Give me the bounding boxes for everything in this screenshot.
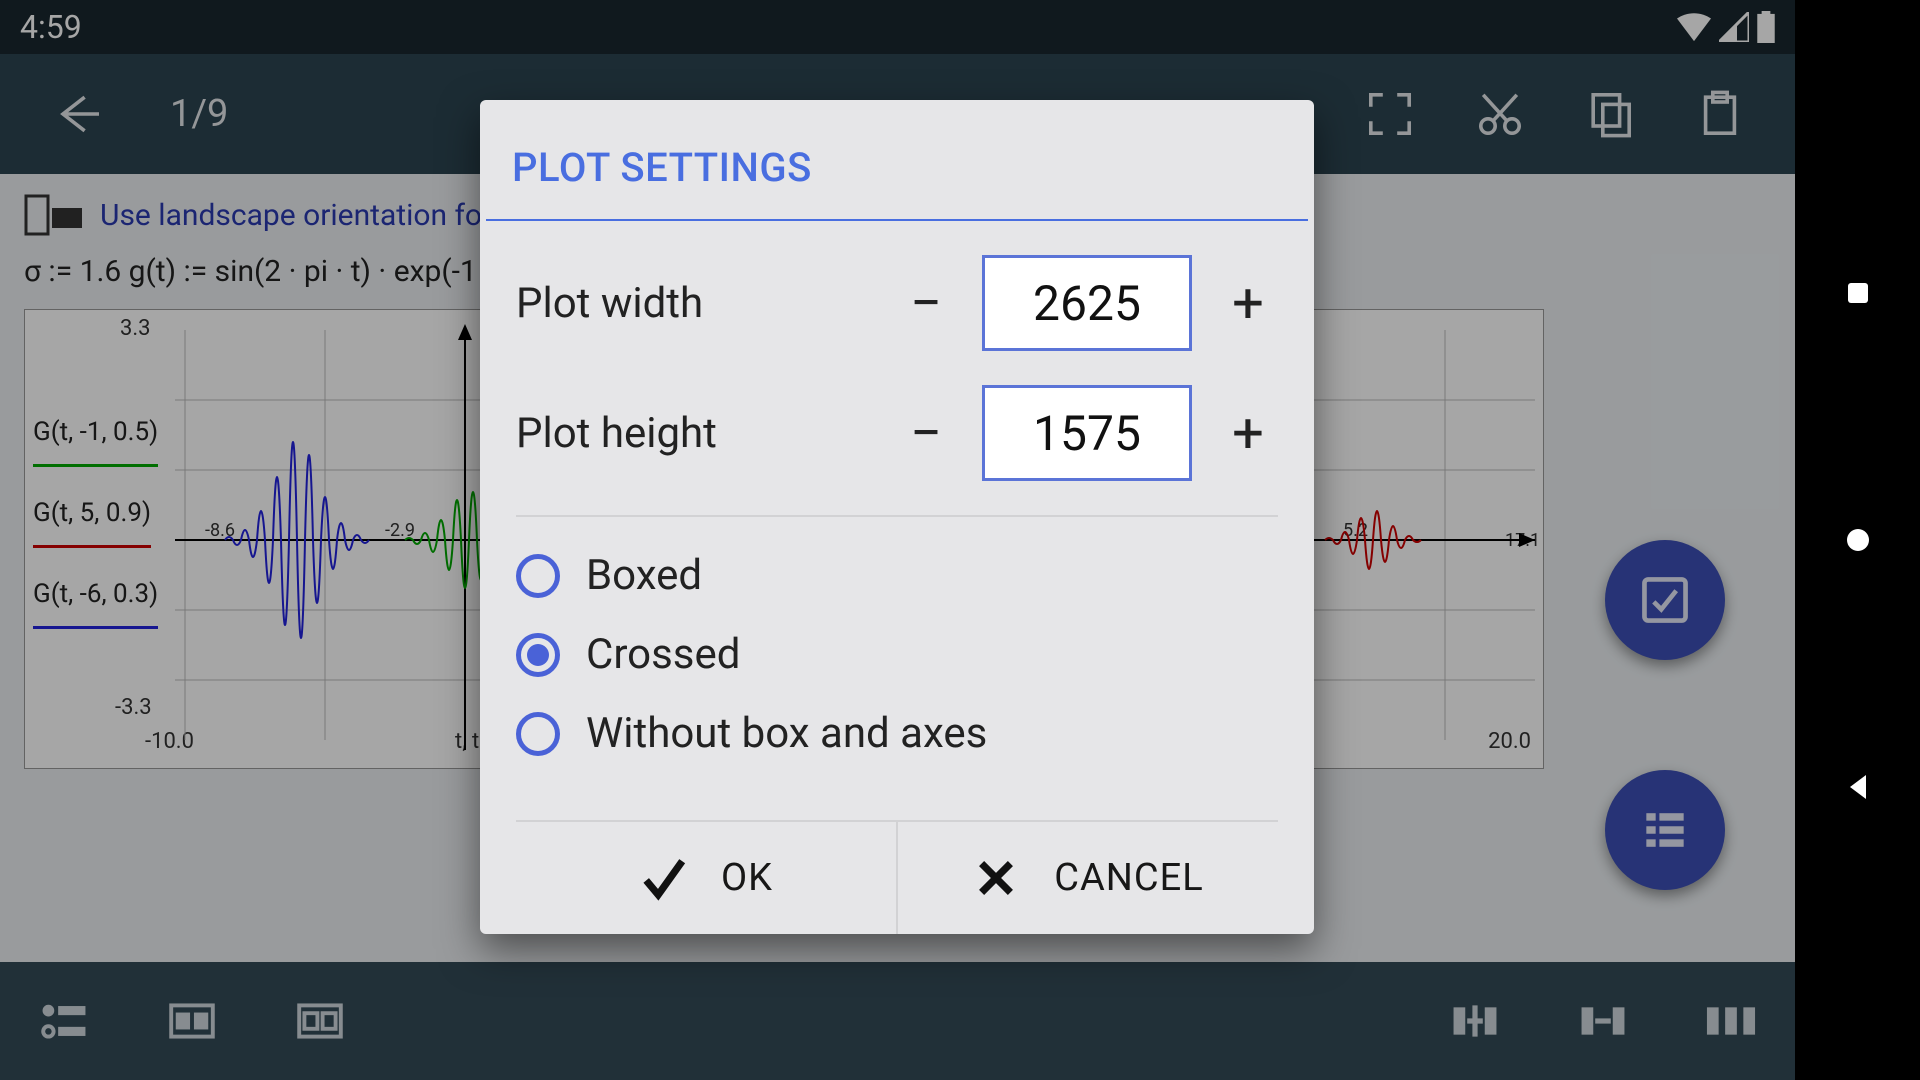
radio-label: Crossed [586,630,740,679]
plot-height-input[interactable] [982,385,1192,481]
increment-width-button[interactable]: + [1218,275,1278,331]
plot-settings-dialog: PLOT SETTINGS Plot width − + Plot height… [480,100,1314,934]
cancel-button[interactable]: CANCEL [896,822,1278,934]
nav-recent-icon[interactable] [1842,277,1874,309]
plot-width-input[interactable] [982,255,1192,351]
dialog-title: PLOT SETTINGS [480,100,1314,219]
cancel-label: CANCEL [1054,856,1203,900]
radio-crossed[interactable]: Crossed [516,630,1278,679]
radio-boxed[interactable]: Boxed [516,551,1278,600]
radio-no-axes[interactable]: Without box and axes [516,709,1278,758]
radio-label: Without box and axes [586,709,987,758]
nav-back-icon[interactable] [1842,771,1874,803]
ok-label: OK [721,856,773,900]
ok-button[interactable]: OK [516,822,896,934]
radio-label: Boxed [586,551,702,600]
plot-width-label: Plot width [516,279,896,328]
nav-home-icon[interactable] [1842,524,1874,556]
decrement-width-button[interactable]: − [896,275,956,331]
plot-height-label: Plot height [516,409,896,458]
increment-height-button[interactable]: + [1218,405,1278,461]
android-nav-bar [1795,0,1920,1080]
decrement-height-button[interactable]: − [896,405,956,461]
